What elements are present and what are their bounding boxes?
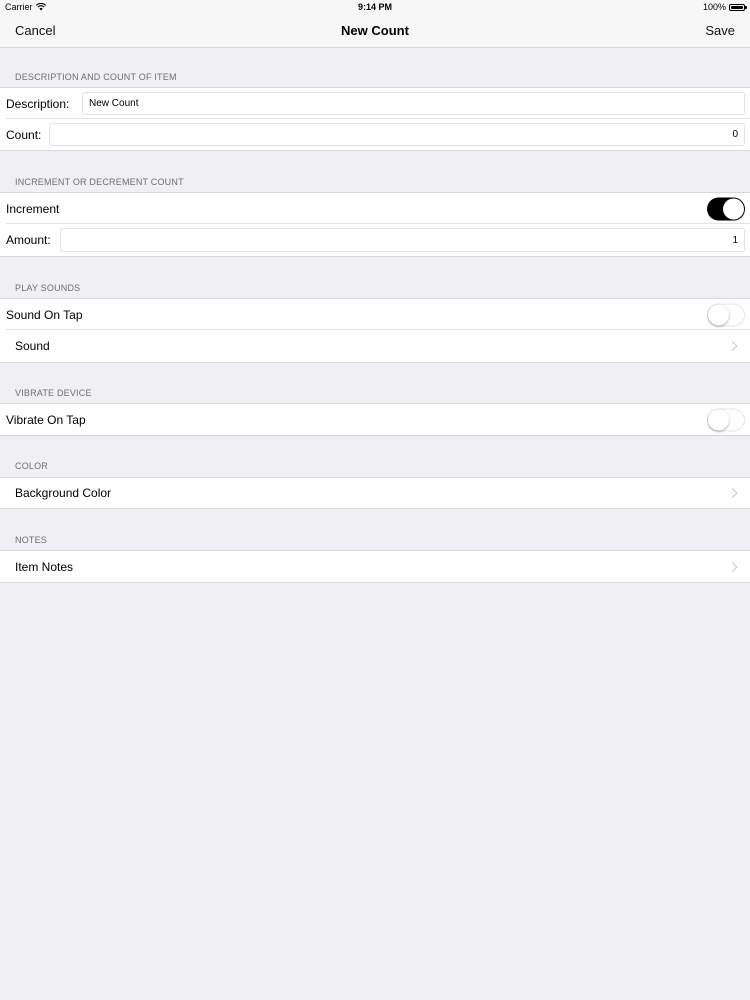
increment-row: Increment bbox=[0, 192, 750, 224]
amount-field[interactable]: 1 bbox=[60, 228, 745, 252]
toggle-knob bbox=[723, 198, 744, 219]
toggle-knob bbox=[708, 409, 729, 430]
sound-on-tap-row: Sound On Tap bbox=[0, 298, 750, 330]
battery-icon bbox=[729, 3, 747, 11]
chevron-right-icon bbox=[727, 341, 738, 351]
vibrate-on-tap-row: Vibrate On Tap bbox=[0, 403, 750, 436]
sound-on-tap-toggle[interactable] bbox=[707, 303, 745, 326]
section-header-sounds: PLAY SOUNDS bbox=[15, 283, 81, 293]
sound-label: Sound bbox=[15, 339, 50, 353]
vibrate-on-tap-toggle[interactable] bbox=[707, 408, 745, 431]
background-color-label: Background Color bbox=[15, 486, 112, 500]
battery-percent: 100% bbox=[702, 2, 726, 12]
section-header-vibrate: VIBRATE DEVICE bbox=[15, 388, 92, 398]
description-label: Description: bbox=[6, 96, 70, 111]
background-color-row[interactable]: Background Color bbox=[0, 477, 750, 509]
battery-indicator: 100% bbox=[702, 2, 747, 12]
amount-row: Amount: 1 bbox=[0, 224, 750, 257]
amount-value: 1 bbox=[732, 234, 738, 246]
section-header-notes: NOTES bbox=[15, 535, 48, 545]
description-value: New Count bbox=[89, 98, 139, 109]
increment-toggle[interactable] bbox=[707, 197, 745, 220]
toggle-knob bbox=[708, 304, 729, 325]
status-bar: Carrier 9:14 PM 100% bbox=[0, 0, 750, 14]
description-field[interactable]: New Count bbox=[82, 92, 745, 115]
count-field[interactable]: 0 bbox=[49, 123, 745, 146]
page-title: New Count bbox=[341, 23, 409, 38]
item-notes-row[interactable]: Item Notes bbox=[0, 550, 750, 583]
section-header-color: COLOR bbox=[15, 461, 49, 471]
chevron-right-icon bbox=[727, 561, 738, 572]
count-value: 0 bbox=[732, 129, 738, 140]
sound-on-tap-label: Sound On Tap bbox=[6, 307, 83, 322]
section-header-increment: INCREMENT OR DECREMENT COUNT bbox=[15, 177, 184, 187]
amount-label: Amount: bbox=[6, 233, 51, 247]
item-notes-label: Item Notes bbox=[15, 559, 74, 574]
vibrate-on-tap-label: Vibrate On Tap bbox=[6, 412, 86, 427]
save-button[interactable]: Save bbox=[705, 23, 735, 38]
count-label: Count: bbox=[6, 127, 42, 142]
navigation-bar: Cancel New Count Save bbox=[0, 14, 750, 48]
status-time: 9:14 PM bbox=[357, 2, 392, 12]
section-header-description: DESCRIPTION AND COUNT OF ITEM bbox=[15, 72, 177, 82]
sound-row[interactable]: Sound bbox=[0, 330, 750, 363]
increment-label: Increment bbox=[6, 201, 60, 216]
count-row: Count: 0 bbox=[0, 119, 750, 151]
description-row: Description: New Count bbox=[0, 87, 750, 119]
chevron-right-icon bbox=[727, 488, 738, 498]
